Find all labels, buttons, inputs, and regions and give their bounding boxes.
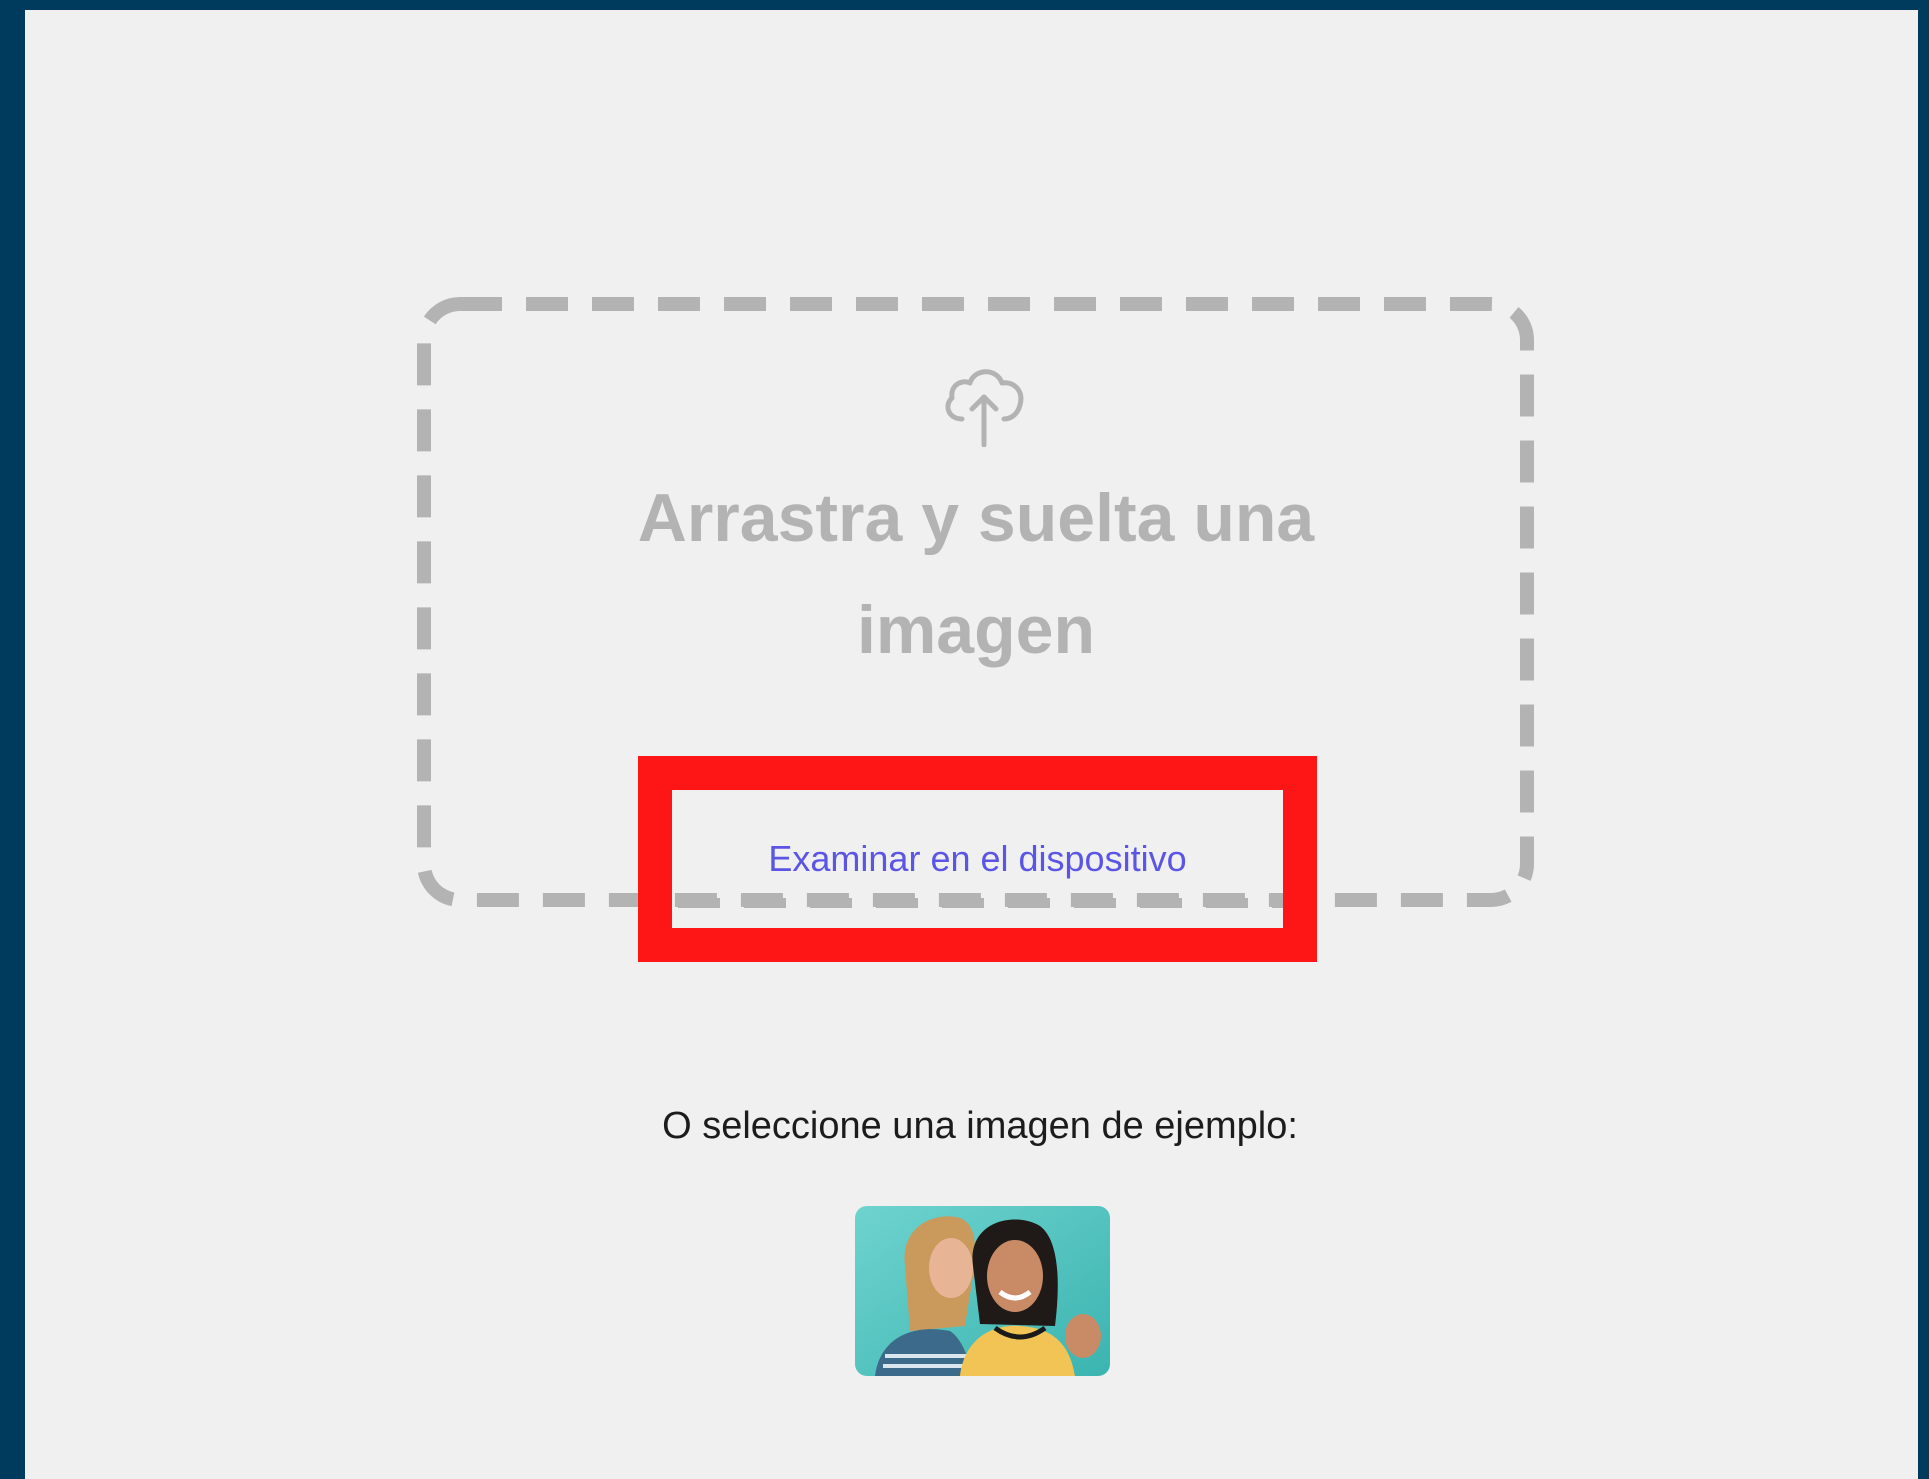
sample-photo-two-women-icon [855,1206,1110,1376]
cloud-upload-icon [945,369,1024,447]
sample-label: O seleccione una imagen de ejemplo: [662,1105,1298,1147]
drop-title: Arrastra y suelta una imagen [576,462,1376,686]
drop-title-line-1: Arrastra y suelta una [637,480,1315,556]
drop-title-line-2: imagen [856,592,1096,668]
upload-panel: Arrastra y suelta una imagen Examinar en… [25,10,1918,1479]
sample-image-thumbnail[interactable] [855,1206,1110,1376]
browse-device-button[interactable]: Examinar en el dispositivo [672,790,1283,928]
